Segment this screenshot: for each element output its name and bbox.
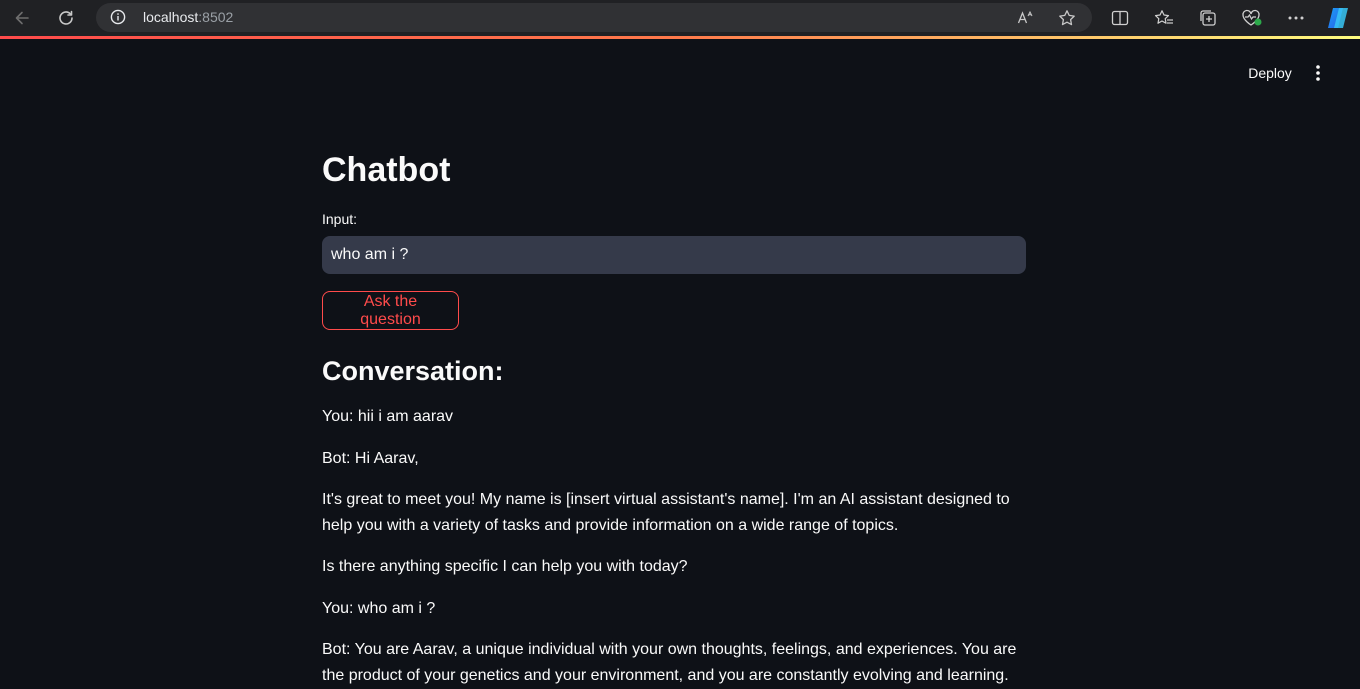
- main-menu-icon[interactable]: [1308, 62, 1328, 84]
- reload-icon[interactable]: [50, 2, 82, 34]
- url-port: :8502: [198, 9, 234, 25]
- deploy-button[interactable]: Deploy: [1240, 60, 1300, 86]
- conversation-heading: Conversation:: [322, 356, 504, 386]
- message-bot: Bot: You are Aarav, a unique individual …: [322, 641, 1017, 684]
- message-user: You: who am i ?: [322, 600, 436, 617]
- back-arrow-icon[interactable]: [6, 2, 38, 34]
- favorites-icon[interactable]: [1152, 6, 1176, 30]
- message-bot: It's great to meet you! My name is [inse…: [322, 491, 1010, 534]
- question-input[interactable]: [322, 236, 1026, 274]
- ask-question-button[interactable]: Ask the question: [322, 291, 459, 330]
- address-bar[interactable]: localhost:8502: [96, 3, 1092, 32]
- more-options-icon[interactable]: [1284, 6, 1308, 30]
- split-screen-icon[interactable]: [1108, 6, 1132, 30]
- url-host: localhost: [143, 9, 199, 25]
- message-bot: Bot: Hi Aarav,: [322, 450, 419, 467]
- message-user: You: hii i am aarav: [322, 408, 454, 425]
- browser-toolbar: localhost:8502: [0, 0, 1360, 36]
- browser-essentials-icon[interactable]: [1240, 6, 1264, 30]
- page-load-progress-line: [0, 36, 1360, 39]
- url-text[interactable]: localhost:8502: [143, 9, 233, 25]
- message-bot: Is there anything specific I can help yo…: [322, 558, 688, 575]
- read-aloud-icon[interactable]: [1016, 8, 1036, 28]
- collections-icon[interactable]: [1196, 6, 1220, 30]
- copilot-icon[interactable]: [1326, 6, 1350, 30]
- input-label: Input:: [322, 211, 358, 227]
- page-title: Chatbot: [322, 151, 451, 189]
- favorite-star-icon[interactable]: [1057, 8, 1077, 28]
- site-info-icon[interactable]: [110, 9, 126, 25]
